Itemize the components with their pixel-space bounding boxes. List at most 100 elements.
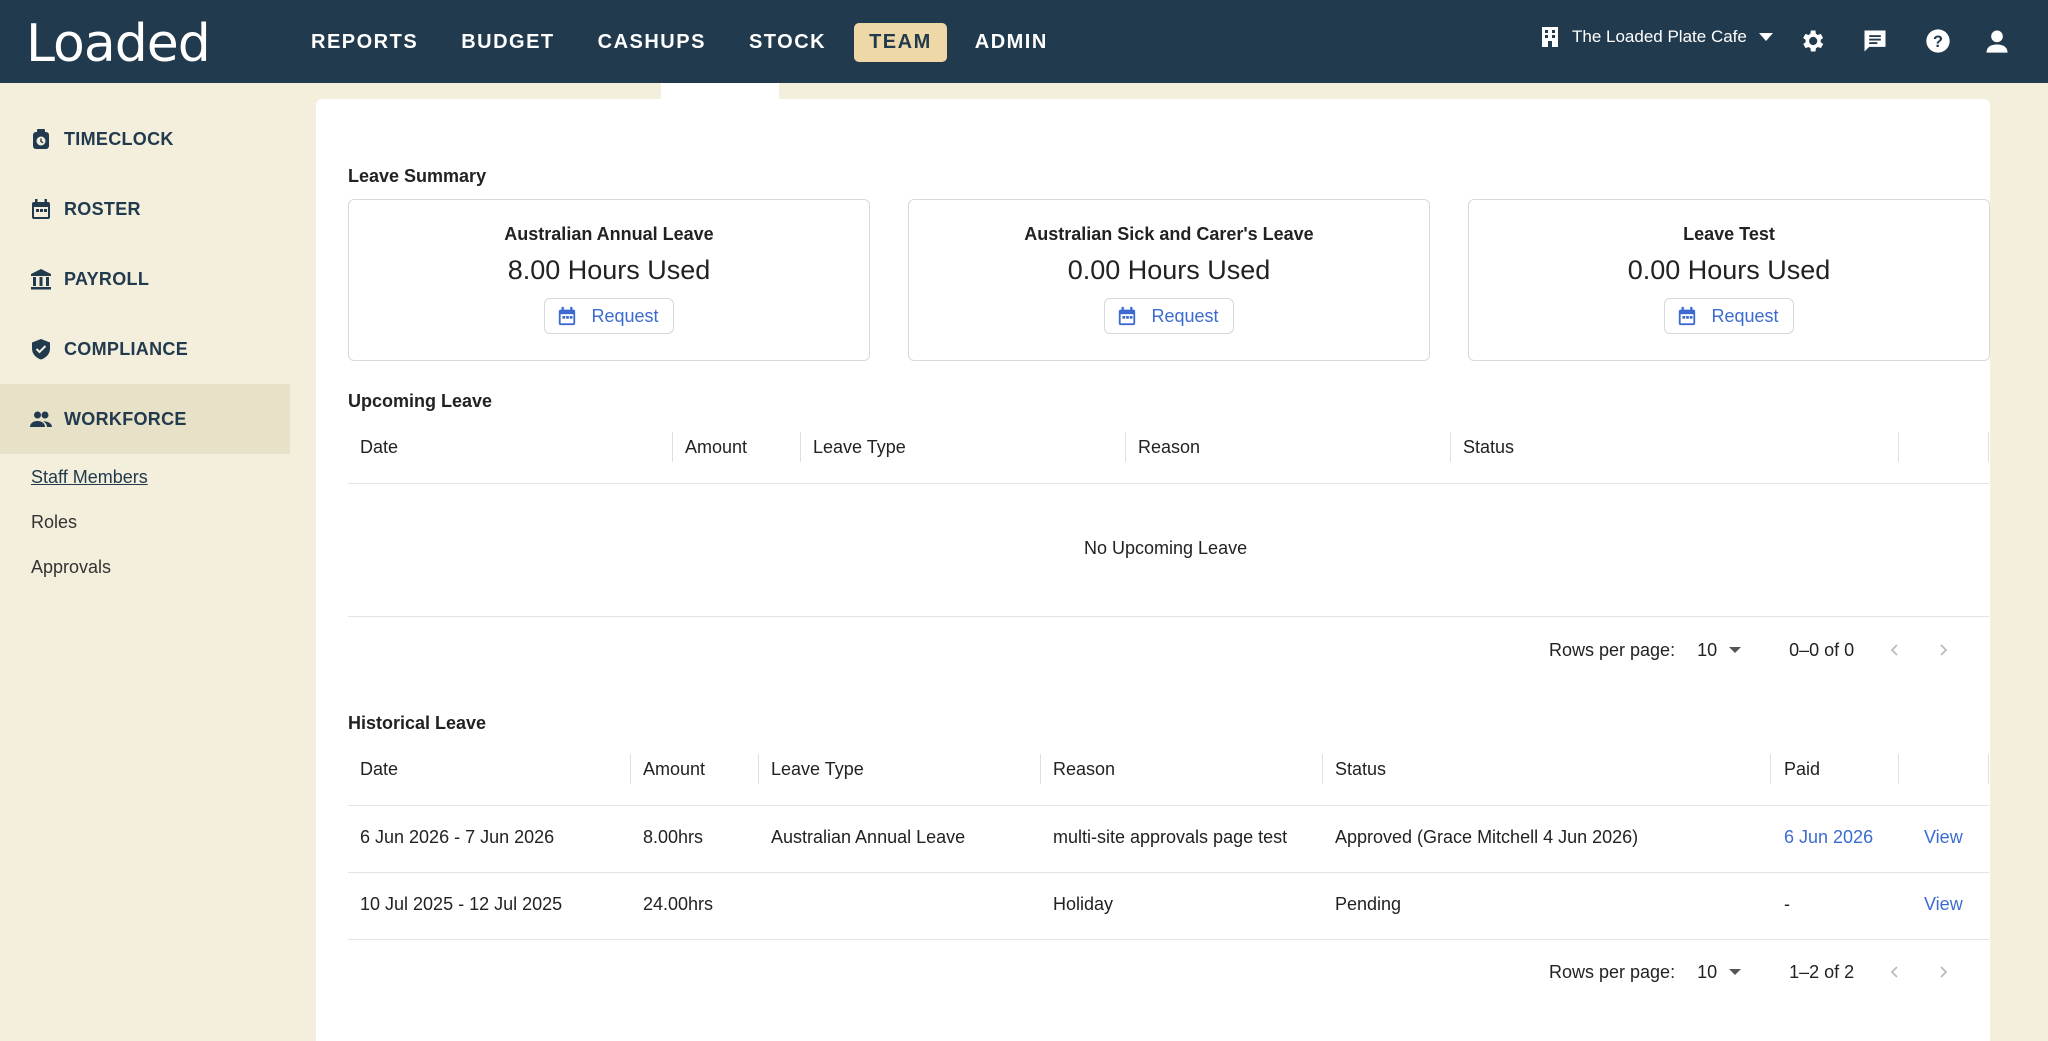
column-header-amount[interactable]: Amount	[685, 421, 747, 473]
column-header-status[interactable]: Status	[1335, 743, 1386, 795]
request-leave-button[interactable]: Request	[1664, 298, 1794, 334]
cell-paid-link[interactable]: 6 Jun 2026	[1784, 827, 1873, 848]
people-icon	[30, 411, 52, 427]
building-icon	[1542, 27, 1558, 47]
app-logo[interactable]: Loaded	[26, 14, 211, 74]
request-leave-button[interactable]: Request	[544, 298, 674, 334]
leave-card-annual: Australian Annual Leave 8.00 Hours Used …	[348, 199, 870, 361]
chevron-down-icon	[1758, 33, 1773, 41]
cell-paid: -	[1784, 894, 1790, 914]
historical-leave-title: Historical Leave	[348, 713, 487, 733]
sidebar-item-timeclock[interactable]: TIMECLOCK	[0, 104, 290, 174]
sidebar-item-label: WORKFORCE	[64, 408, 187, 429]
column-header-paid[interactable]: Paid	[1784, 743, 1820, 795]
next-page-icon[interactable]	[1936, 965, 1950, 979]
nav-admin[interactable]: ADMIN	[960, 23, 1063, 62]
column-header-leave-type[interactable]: Leave Type	[771, 743, 864, 795]
column-header-status[interactable]: Status	[1463, 421, 1514, 473]
sidebar: TIMECLOCK ROSTER PAYROLL COMPLIANCE WORK…	[0, 83, 290, 1041]
divider	[348, 616, 1989, 617]
leave-summary-title: Leave Summary	[348, 166, 487, 186]
leave-card-leave-test: Leave Test 0.00 Hours Used Request	[1468, 199, 1990, 361]
sidebar-item-label: ROSTER	[64, 198, 141, 219]
sidebar-item-compliance[interactable]: COMPLIANCE	[0, 314, 290, 384]
cell-reason: multi-site approvals page test	[1053, 827, 1288, 847]
view-link[interactable]: View	[1924, 827, 1963, 848]
previous-page-icon[interactable]	[1888, 643, 1902, 657]
cell-leave-type: Australian Annual Leave	[771, 827, 966, 847]
leave-card-title: Australian Sick and Carer's Leave	[1024, 224, 1314, 244]
shield-check-icon	[32, 339, 50, 360]
main-nav: REPORTS BUDGET CASHUPS STOCK TEAM ADMIN	[296, 23, 1076, 62]
divider	[348, 939, 1989, 940]
calendar-icon	[559, 306, 576, 326]
calendar-icon	[1679, 306, 1696, 326]
leave-card-title: Leave Test	[1683, 224, 1775, 244]
column-header-date[interactable]: Date	[360, 743, 398, 795]
leave-card-hours: 0.00 Hours Used	[1067, 255, 1271, 285]
request-button-label: Request	[591, 305, 659, 326]
calendar-icon	[1119, 306, 1136, 326]
venue-name: The Loaded Plate Cafe	[1572, 27, 1747, 46]
chevron-down-icon	[1729, 969, 1742, 975]
pagination-range: 0–0 of 0	[1789, 639, 1855, 660]
leave-card-sick-carers: Australian Sick and Carer's Leave 0.00 H…	[908, 199, 1430, 361]
column-header-leave-type[interactable]: Leave Type	[813, 421, 906, 473]
gear-icon[interactable]	[1798, 27, 1826, 55]
historical-pagination: Rows per page: 10 1–2 of 2	[1549, 957, 1950, 987]
cell-reason: Holiday	[1053, 894, 1114, 914]
top-bar: Loaded REPORTS BUDGET CASHUPS STOCK TEAM…	[0, 0, 2048, 83]
empty-state-message: No Upcoming Leave	[1084, 538, 1248, 558]
sidebar-item-roster[interactable]: ROSTER	[0, 174, 290, 244]
nav-cashups[interactable]: CASHUPS	[583, 23, 721, 62]
cell-date: 6 Jun 2026 - 7 Jun 2026	[360, 827, 555, 847]
column-header-reason[interactable]: Reason	[1138, 421, 1200, 473]
timeclock-icon	[33, 129, 49, 149]
pagination-range: 1–2 of 2	[1789, 961, 1855, 982]
rows-per-page-select[interactable]: 10	[1697, 640, 1742, 661]
sidebar-item-payroll[interactable]: PAYROLL	[0, 244, 290, 314]
sidebar-item-workforce[interactable]: WORKFORCE	[0, 384, 290, 454]
cell-status: Pending	[1335, 894, 1402, 914]
sidebar-subitem-staff-members[interactable]: Staff Members	[31, 467, 148, 488]
venue-selector[interactable]: The Loaded Plate Cafe	[1540, 26, 1773, 48]
bank-icon	[31, 269, 51, 290]
column-header-amount[interactable]: Amount	[643, 743, 705, 795]
divider	[348, 872, 1989, 873]
cell-status: Approved (Grace Mitchell 4 Jun 2026)	[1335, 827, 1639, 847]
upcoming-leave-title: Upcoming Leave	[348, 391, 493, 411]
request-leave-button[interactable]: Request	[1104, 298, 1234, 334]
rows-per-page-label: Rows per page:	[1549, 639, 1676, 660]
upcoming-pagination: Rows per page: 10 0–0 of 0	[1549, 635, 1950, 665]
request-button-label: Request	[1711, 305, 1779, 326]
previous-page-icon[interactable]	[1888, 965, 1902, 979]
nav-budget[interactable]: BUDGET	[446, 23, 569, 62]
cell-amount: 24.00hrs	[643, 894, 714, 914]
sidebar-item-label: PAYROLL	[64, 268, 150, 289]
active-tab-indicator	[661, 83, 779, 99]
rows-per-page-label: Rows per page:	[1549, 961, 1676, 982]
leave-card-hours: 8.00 Hours Used	[507, 255, 711, 285]
rows-per-page-value: 10	[1697, 961, 1718, 982]
upcoming-table-header: Date Amount Leave Type Reason Status	[348, 421, 1989, 484]
nav-reports[interactable]: REPORTS	[296, 23, 433, 62]
next-page-icon[interactable]	[1936, 643, 1950, 657]
chat-icon[interactable]	[1861, 27, 1889, 55]
help-icon[interactable]: ?	[1924, 27, 1952, 55]
chevron-down-icon	[1729, 647, 1742, 653]
calendar-icon	[32, 199, 50, 219]
view-link[interactable]: View	[1924, 894, 1963, 915]
svg-text:?: ?	[1933, 33, 1943, 51]
nav-team[interactable]: TEAM	[854, 23, 947, 62]
column-header-reason[interactable]: Reason	[1053, 743, 1115, 795]
sidebar-subitem-roles[interactable]: Roles	[31, 512, 77, 533]
leave-card-title: Australian Annual Leave	[504, 224, 714, 244]
account-icon[interactable]	[1983, 27, 2011, 55]
rows-per-page-select[interactable]: 10	[1697, 961, 1742, 983]
leave-card-hours: 0.00 Hours Used	[1627, 255, 1831, 285]
sidebar-subitem-approvals[interactable]: Approvals	[31, 557, 111, 578]
nav-stock[interactable]: STOCK	[734, 23, 841, 62]
request-button-label: Request	[1151, 305, 1219, 326]
historical-table-header: Date Amount Leave Type Reason Status Pai…	[348, 743, 1989, 806]
column-header-date[interactable]: Date	[360, 421, 398, 473]
